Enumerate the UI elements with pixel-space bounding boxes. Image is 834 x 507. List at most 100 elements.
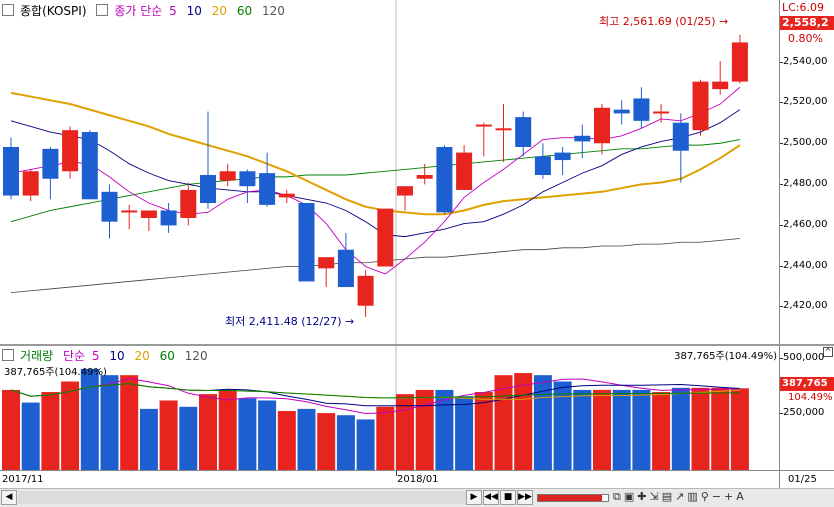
volume-collapse-icon[interactable]: ^ [823, 347, 833, 357]
candle-body [239, 171, 256, 187]
candle-body [81, 132, 98, 200]
volume-scale[interactable]: ^ 500,000 387,765 104.49% 250,000 [779, 346, 834, 470]
price-chart[interactable] [0, 0, 779, 344]
volume-bar [258, 400, 277, 470]
candle-body [653, 111, 670, 114]
zoom-out-icon[interactable]: − [712, 490, 724, 503]
volume-bar [297, 408, 316, 470]
high-annotation: 최고 2,561.69 (01/25) → [599, 13, 728, 29]
price-panel[interactable]: 종합(KOSPI) 종가 단순 5 10 20 60 120 최고 2,561.… [0, 0, 779, 344]
candle-body [22, 171, 39, 196]
volume-bar [179, 406, 198, 470]
last-volume-tag: 387,765 [780, 377, 834, 391]
scroll-left-button[interactable]: ◀ [1, 490, 17, 505]
last-price-tag: 2,558,2 [780, 16, 834, 30]
high-text: 최고 2,561.69 (01/25) [599, 15, 716, 28]
ma10-line [10, 109, 741, 238]
volume-chart[interactable] [0, 346, 779, 470]
search-icon[interactable]: ⚲ [701, 490, 712, 503]
volume-bar [100, 375, 119, 470]
volume-bar [593, 389, 611, 470]
candle-body [140, 210, 157, 218]
volume-tick: 500,000 [779, 352, 825, 363]
price-tick: 2,520,00 [780, 96, 828, 107]
volume-bar [553, 381, 572, 470]
volume-bar [2, 389, 20, 470]
price-scale[interactable]: LC:6.09 2,558,2 0.80% 2,540,00 2,520,00 … [779, 0, 834, 344]
rewind-button[interactable]: ◀◀ [483, 490, 499, 505]
indicator-icon[interactable]: ▤ [662, 490, 675, 503]
volume-bar [612, 389, 631, 470]
candle-body [42, 148, 59, 179]
candle-body [515, 117, 532, 147]
legend-checkbox[interactable] [2, 4, 14, 16]
candle-body [180, 189, 197, 218]
volume-legend: 거래량 단순 5 10 20 60 120 [2, 347, 214, 364]
vma-10-label: 10 [109, 349, 125, 363]
candle-body [278, 193, 295, 198]
candle-body [712, 81, 729, 90]
volume-bar [711, 387, 730, 470]
price-tick: 2,480,00 [780, 178, 828, 189]
trend-icon[interactable]: ↗ [675, 490, 687, 503]
candle-body [436, 146, 453, 213]
vma-5-label: 5 [91, 349, 100, 363]
candle-body [3, 146, 19, 196]
ma-checkbox[interactable] [96, 4, 109, 16]
low-text: 최저 2,411.48 (12/27) [225, 315, 342, 328]
candle-body [377, 208, 394, 267]
low-arrow-icon: → [345, 315, 355, 328]
volume-value-left: 387,765주(104.49%) [4, 367, 107, 378]
candle-body [357, 275, 374, 306]
price-tick: 2,460,00 [780, 219, 828, 230]
ma-120-label: 120 [261, 4, 285, 18]
font-icon[interactable]: A [736, 490, 747, 503]
candle-body [495, 128, 512, 131]
volume-bar [41, 392, 60, 470]
candle-body [397, 186, 413, 196]
low-annotation: 최저 2,411.48 (12/27) → [225, 313, 354, 329]
volume-bar [376, 406, 395, 470]
candle-body [101, 191, 118, 222]
fast-forward-button[interactable]: ▶▶ [517, 490, 533, 505]
scroll-right-button[interactable]: ▶ [466, 490, 482, 505]
candle-body [416, 175, 433, 179]
crosshair-icon[interactable]: ✚ [637, 490, 649, 503]
candle-body [121, 210, 138, 213]
volume-bar [199, 394, 217, 470]
lc-label: LC:6.09 [782, 1, 825, 14]
volume-value-right: 387,765주(104.49%) [674, 351, 777, 362]
volume-checkbox[interactable] [2, 349, 14, 361]
stop-button[interactable]: ■ [500, 490, 516, 505]
candle-body [534, 156, 551, 175]
volume-bar [336, 415, 355, 470]
scale-icon[interactable]: ⇲ [649, 490, 661, 503]
candle-body [337, 249, 354, 288]
ma120-line [10, 238, 740, 294]
layout-icon[interactable]: ⧉ [613, 490, 624, 503]
volume-bar [317, 413, 336, 470]
volume-bar [474, 392, 493, 470]
candle-body [219, 171, 236, 181]
high-arrow-icon: → [719, 15, 729, 28]
volume-ma-label: 단순 [62, 349, 86, 363]
price-tick: 2,500,00 [780, 137, 828, 148]
compare-icon[interactable]: ▣ [624, 490, 637, 503]
zoom-in-icon[interactable]: + [724, 490, 736, 503]
volume-bar [139, 408, 158, 470]
time-axis-right-divider [779, 471, 780, 489]
volume-bar [573, 389, 592, 470]
candle-body [692, 81, 709, 131]
price-tick: 2,420,00 [780, 300, 828, 311]
volume-bar [21, 402, 40, 470]
price-tick: 2,540,00 [780, 56, 828, 67]
volume-panel[interactable]: 거래량 단순 5 10 20 60 120 387,765주(104.49%) … [0, 346, 779, 470]
zoom-slider[interactable] [537, 494, 609, 502]
candle-body [633, 98, 650, 121]
ma5-line [10, 86, 741, 275]
volume-bar [671, 387, 690, 470]
price-ma-label: 종가 단순 [114, 4, 163, 18]
bars-icon[interactable]: ▥ [687, 490, 700, 503]
scroll-track[interactable] [18, 491, 466, 504]
candle-body [574, 135, 591, 142]
